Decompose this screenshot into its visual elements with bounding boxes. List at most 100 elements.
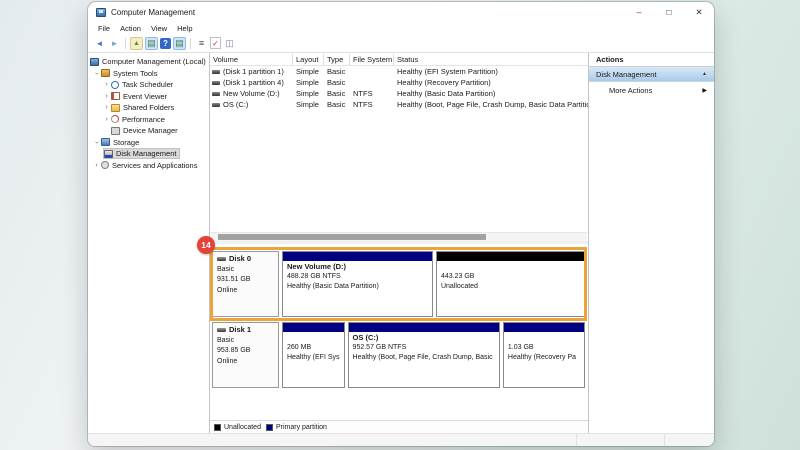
disk-management-pane: Volume Layout Type File System Status (D… [197, 53, 589, 433]
actions-pane: Actions Disk Management ▲ More Actions ▶ [589, 53, 714, 433]
console-tree: Computer Management (Local) › System Too… [88, 53, 210, 433]
horizontal-scrollbar[interactable] [211, 232, 587, 241]
toolbar-separator [125, 37, 126, 49]
tree-item-device-manager[interactable]: Device Manager [88, 125, 209, 137]
disk-1-row: Disk 1 Basic 953.85 GB Online 260 MB Hea… [212, 322, 585, 388]
chevron-right-icon[interactable]: › [92, 162, 101, 169]
primary-partition-bar [348, 323, 499, 332]
partition-new-volume-d[interactable]: New Volume (D:) 488.28 GB NTFS Healthy (… [282, 251, 433, 317]
tree-item-task-scheduler[interactable]: › Task Scheduler [88, 79, 209, 91]
tree-item-system-tools[interactable]: › System Tools [88, 68, 209, 80]
disk-0-label[interactable]: Disk 0 Basic 931.51 GB Online [212, 251, 279, 317]
column-layout[interactable]: Layout [293, 53, 324, 65]
more-actions-item[interactable]: More Actions ▶ [589, 82, 714, 98]
actions-disk-management-group[interactable]: Disk Management ▲ [589, 67, 714, 82]
submenu-arrow-icon: ▶ [702, 87, 707, 94]
status-bar [88, 433, 714, 446]
event-log-icon [111, 92, 120, 101]
volume-list-header: Volume Layout Type File System Status [210, 53, 588, 66]
toolbar: ◄ ► ▲ ▤ ? ▤ ≡ ✓ ◫ [88, 34, 714, 53]
up-level-icon[interactable]: ▲ [130, 36, 143, 50]
partition-os-c[interactable]: OS (C:) 952.57 GB NTFS Healthy (Boot, Pa… [347, 322, 500, 388]
back-icon[interactable]: ◄ [93, 37, 106, 50]
window-controls: – □ ✕ [624, 2, 714, 22]
computer-management-window: Computer Management – □ ✕ File Action Vi… [88, 2, 714, 446]
volume-row[interactable]: New Volume (D:) Simple Basic NTFS Health… [210, 88, 588, 99]
tree-item-shared-folders[interactable]: › Shared Folders [88, 102, 209, 114]
maximize-button[interactable]: □ [654, 2, 684, 22]
primary-partition-bar [283, 323, 344, 332]
menu-action[interactable]: Action [115, 24, 146, 33]
volume-icon [212, 91, 220, 96]
menu-bar: File Action View Help [88, 22, 714, 34]
chevron-right-icon[interactable]: › [102, 104, 111, 111]
show-action-pane-icon[interactable]: ▤ [173, 36, 186, 50]
app-icon [96, 7, 106, 17]
legend-primary-partition: Primary partition [265, 423, 327, 431]
help-icon[interactable]: ? [160, 37, 171, 49]
tree-item-storage[interactable]: › Storage [88, 137, 209, 149]
title-bar[interactable]: Computer Management – □ ✕ [88, 2, 714, 22]
column-type[interactable]: Type [324, 53, 350, 65]
clock-icon [111, 80, 119, 89]
disk-management-icon [104, 149, 113, 158]
legend-unallocated: Unallocated [214, 423, 261, 431]
menu-file[interactable]: File [93, 24, 115, 33]
volume-row[interactable]: (Disk 1 partition 1) Simple Basic Health… [210, 66, 588, 77]
disk-0-row: 14 Disk 0 Basic 931.51 GB Online New Vol… [197, 236, 587, 321]
partition-recovery[interactable]: 1.03 GB Healthy (Recovery Pa [502, 322, 585, 388]
disk-icon [217, 328, 226, 333]
menu-view[interactable]: View [146, 24, 172, 33]
chevron-right-icon[interactable]: › [102, 116, 111, 123]
unallocated-swatch-icon [214, 423, 221, 431]
primary-partition-bar [503, 323, 584, 332]
device-manager-icon [111, 126, 120, 135]
show-console-tree-icon[interactable]: ▤ [145, 36, 158, 50]
scrollbar-thumb[interactable] [218, 234, 486, 240]
volume-icon [212, 69, 220, 74]
unallocated-partition-bar [436, 252, 584, 261]
volume-row[interactable]: (Disk 1 partition 4) Simple Basic Health… [210, 77, 588, 88]
tree-item-performance[interactable]: › Performance [88, 114, 209, 126]
column-status[interactable]: Status [394, 54, 588, 65]
chevron-right-icon[interactable]: › [102, 93, 111, 100]
tree-item-computer-management[interactable]: Computer Management (Local) [88, 56, 209, 68]
toolbox-icon [101, 69, 110, 78]
storage-icon [101, 138, 110, 147]
disk-icon [217, 257, 226, 262]
minimize-button[interactable]: – [624, 2, 654, 22]
disk-1-label[interactable]: Disk 1 Basic 953.85 GB Online [212, 322, 279, 388]
performance-icon [111, 115, 119, 124]
forward-icon[interactable]: ► [108, 37, 121, 50]
column-volume[interactable]: Volume [210, 53, 293, 65]
partition-efi-system[interactable]: 260 MB Healthy (EFI Sys [282, 322, 345, 388]
collapse-arrow-icon[interactable]: ▲ [702, 71, 707, 77]
chevron-down-icon[interactable]: › [93, 69, 100, 78]
partition-unallocated[interactable]: 443.23 GB Unallocated [435, 251, 585, 317]
properties-check-icon[interactable]: ✓ [210, 37, 221, 49]
chevron-down-icon[interactable]: › [93, 138, 100, 147]
volume-list: Volume Layout Type File System Status (D… [210, 53, 588, 244]
desktop-backdrop: Computer Management – □ ✕ File Action Vi… [0, 0, 800, 450]
actions-header: Actions [589, 53, 714, 67]
disk-graphical-view: 14 Disk 0 Basic 931.51 GB Online New Vol… [197, 236, 588, 433]
annotation-badge: 14 [197, 236, 215, 254]
services-icon [101, 161, 109, 170]
console-panel-icon[interactable]: ◫ [223, 37, 236, 50]
tree-item-event-viewer[interactable]: › Event Viewer [88, 91, 209, 103]
partition-legend: Unallocated Primary partition [210, 420, 588, 433]
close-button[interactable]: ✕ [684, 2, 714, 22]
menu-help[interactable]: Help [172, 24, 197, 33]
tree-item-services-and-applications[interactable]: › Services and Applications [88, 160, 209, 172]
window-title: Computer Management [111, 7, 196, 17]
volume-row[interactable]: OS (C:) Simple Basic NTFS Healthy (Boot,… [210, 99, 588, 110]
chevron-right-icon[interactable]: › [102, 81, 111, 88]
popup-menu-icon[interactable]: ≡ [195, 37, 208, 50]
tree-item-disk-management[interactable]: Disk Management [88, 148, 209, 160]
column-file-system[interactable]: File System [350, 53, 394, 65]
volume-icon [212, 102, 220, 107]
main-content: Computer Management (Local) › System Too… [88, 53, 714, 433]
shared-folder-icon [111, 103, 120, 112]
toolbar-separator [190, 37, 191, 49]
primary-partition-swatch-icon [265, 423, 273, 431]
